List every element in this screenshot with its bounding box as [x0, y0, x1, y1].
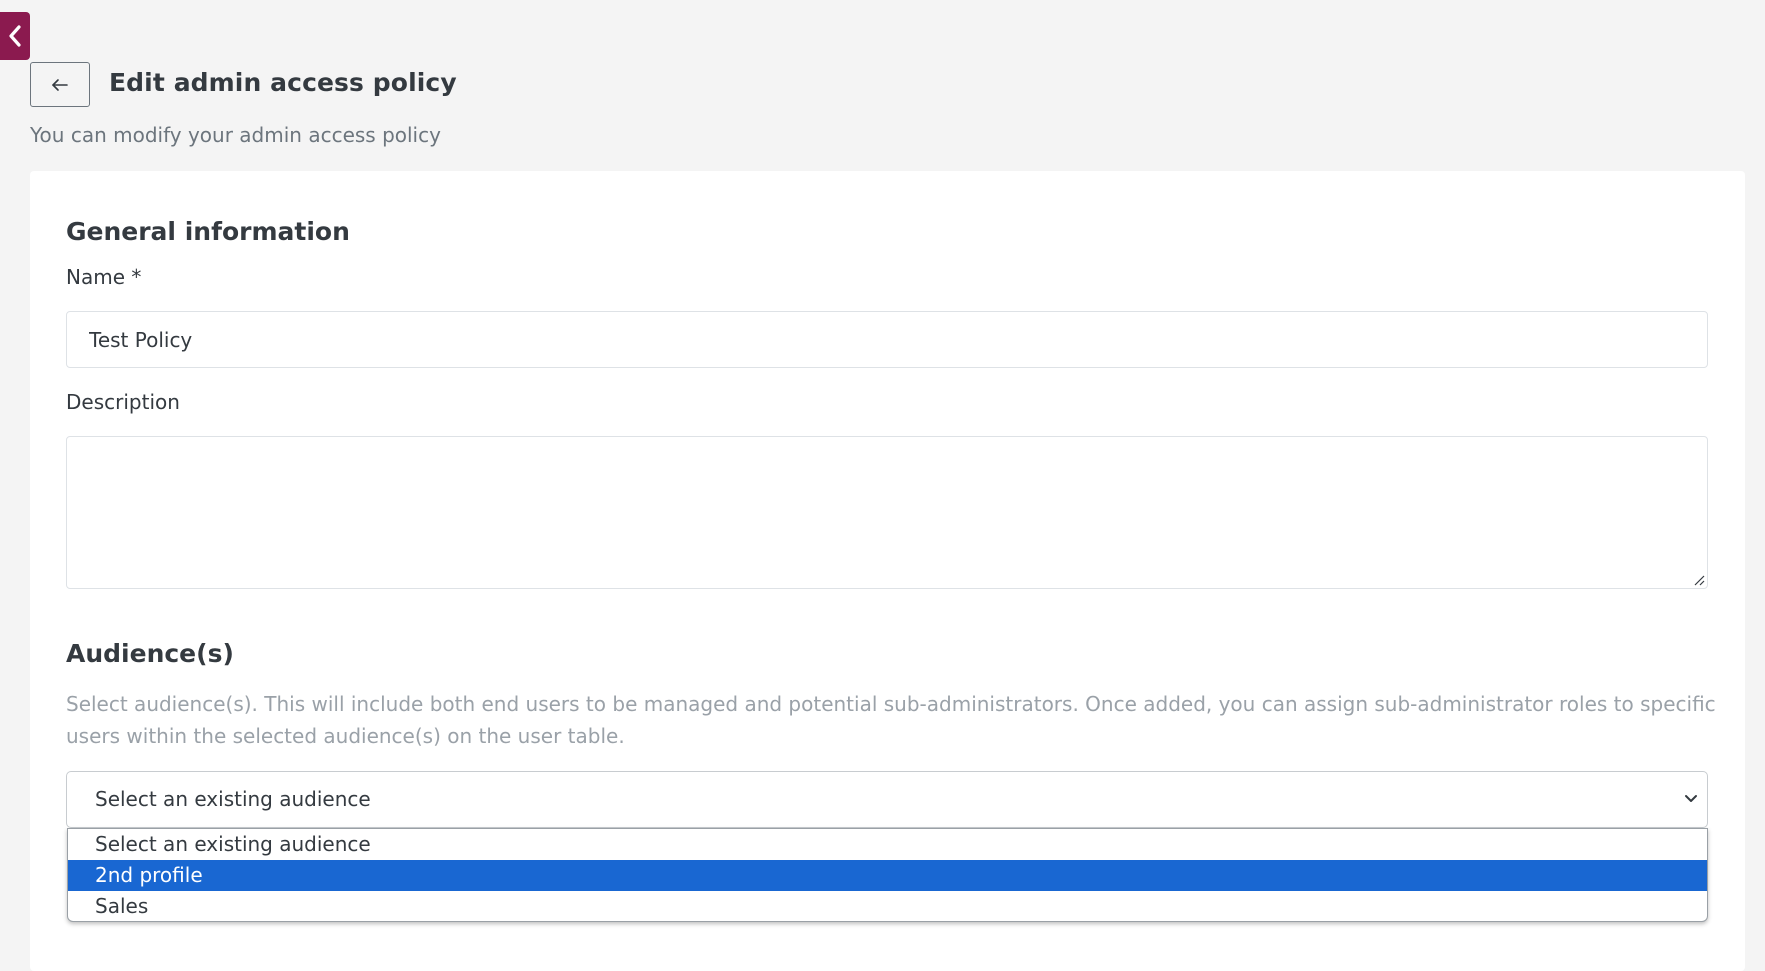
arrow-left-icon — [52, 78, 68, 91]
chevron-down-icon — [1685, 795, 1697, 802]
audiences-help-text: Select audience(s). This will include bo… — [66, 692, 1716, 748]
description-label: Description — [66, 390, 180, 414]
collapse-sidebar-button[interactable] — [0, 12, 30, 60]
resize-grip-icon[interactable] — [1692, 573, 1705, 586]
audience-dropdown-list: Select an existing audience 2nd profile … — [67, 828, 1708, 922]
name-label: Name * — [66, 265, 142, 289]
name-input[interactable] — [66, 311, 1708, 368]
general-information-heading: General information — [66, 217, 350, 246]
back-button[interactable] — [30, 62, 90, 107]
audience-select-value: Select an existing audience — [95, 787, 371, 811]
audience-option-highlighted[interactable]: 2nd profile — [68, 860, 1707, 891]
audience-option[interactable]: Sales — [68, 891, 1707, 921]
audience-option[interactable]: Select an existing audience — [68, 829, 1707, 860]
page-title: Edit admin access policy — [109, 68, 457, 97]
page-subtitle: You can modify your admin access policy — [30, 123, 441, 147]
chevron-left-icon — [9, 25, 21, 47]
audiences-heading: Audience(s) — [66, 639, 234, 668]
description-textarea[interactable] — [66, 436, 1708, 589]
audience-select[interactable]: Select an existing audience — [66, 771, 1708, 828]
